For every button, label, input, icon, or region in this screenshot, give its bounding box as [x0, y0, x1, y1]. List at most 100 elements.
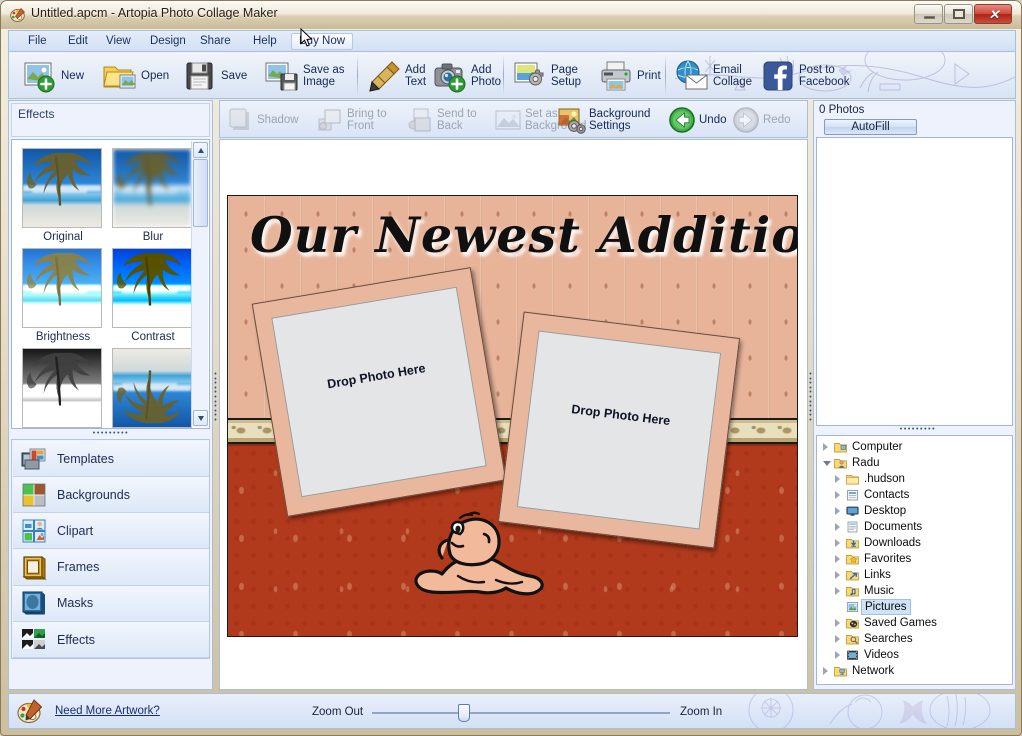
- category-templates[interactable]: Templates: [13, 441, 209, 477]
- tree-node-music[interactable]: Music: [817, 583, 1012, 599]
- collapse-triangle-icon[interactable]: [823, 461, 831, 466]
- save-as-image-button[interactable]: Save as Image: [265, 56, 349, 96]
- effect-contrast-thumbnail: [112, 248, 192, 328]
- frames-icon: [21, 554, 47, 581]
- tree-node-label: Computer: [852, 441, 903, 453]
- collage-canvas-area[interactable]: Our Newest Addition! Drop Photo Here Dro…: [219, 139, 808, 690]
- menu-design[interactable]: Design: [143, 33, 193, 50]
- effect-original[interactable]: Original: [22, 148, 104, 244]
- close-button[interactable]: ✕: [974, 4, 1012, 24]
- backgrounds-icon: [21, 482, 47, 508]
- zoom-slider-handle[interactable]: [457, 704, 470, 722]
- effect-flip[interactable]: [112, 348, 194, 428]
- category-frames[interactable]: Frames: [13, 549, 209, 586]
- expand-triangle-icon[interactable]: [835, 491, 840, 499]
- tree-node-desktop[interactable]: Desktop: [817, 503, 1012, 519]
- category-clipart[interactable]: Clipart: [13, 513, 209, 550]
- scrollbar-thumb[interactable]: [193, 159, 208, 227]
- effects-scrollbar[interactable]: [191, 141, 208, 427]
- expand-triangle-icon[interactable]: [835, 571, 840, 579]
- effects-panel-title: Effects: [18, 107, 55, 121]
- effect-emboss[interactable]: [22, 348, 104, 428]
- expand-triangle-icon[interactable]: [823, 443, 828, 451]
- tree-node-favorites[interactable]: Favorites: [817, 551, 1012, 567]
- scroll-down-arrow[interactable]: [193, 410, 208, 426]
- photo-count-label: 0 Photos: [819, 104, 865, 116]
- category-effects[interactable]: Effects: [13, 622, 209, 658]
- tree-node-videos[interactable]: Videos: [817, 647, 1012, 663]
- expand-triangle-icon[interactable]: [835, 651, 840, 659]
- open-button[interactable]: Open: [103, 56, 171, 96]
- expand-triangle-icon[interactable]: [835, 619, 840, 627]
- effect-brightness[interactable]: Brightness: [22, 248, 104, 344]
- tree-node-hudson[interactable]: .hudson: [817, 471, 1012, 487]
- save-as-image-button-label: Save as Image: [303, 63, 345, 89]
- photo-frame-1[interactable]: Drop Photo Here: [251, 267, 507, 517]
- menu-help[interactable]: Help: [246, 33, 284, 50]
- tree-node-radu[interactable]: Radu: [817, 455, 1012, 471]
- collage-page[interactable]: Our Newest Addition! Drop Photo Here Dro…: [227, 195, 798, 637]
- photo-tray-resize-grip[interactable]: •••••••••: [876, 426, 960, 433]
- tree-node-pictures[interactable]: Pictures: [817, 599, 1012, 615]
- add-text-button[interactable]: Add Text: [367, 56, 429, 96]
- scroll-up-arrow[interactable]: [193, 142, 208, 158]
- menu-view[interactable]: View: [99, 33, 138, 50]
- expand-triangle-icon[interactable]: [835, 523, 840, 531]
- zoom-out-label[interactable]: Zoom Out: [312, 706, 363, 718]
- tree-node-computer[interactable]: Computer: [817, 439, 1012, 455]
- set-as-background-icon: [494, 106, 522, 134]
- expand-triangle-icon[interactable]: [835, 587, 840, 595]
- photo-tray-list[interactable]: [816, 137, 1013, 426]
- tree-node-saved-games[interactable]: Saved Games: [817, 615, 1012, 631]
- new-button[interactable]: New: [23, 56, 89, 96]
- collage-title-text[interactable]: Our Newest Addition!: [250, 206, 797, 268]
- baby-clipart[interactable]: [396, 488, 551, 600]
- category-backgrounds[interactable]: Backgrounds: [13, 477, 209, 514]
- photo-slot-1[interactable]: Drop Photo Here: [271, 286, 487, 498]
- zoom-slider-track[interactable]: [372, 712, 670, 714]
- post-to-facebook-button[interactable]: Post to Facebook: [761, 56, 853, 96]
- zoom-in-label[interactable]: Zoom In: [680, 706, 722, 718]
- bring-to-front-button-label: Bring to Front: [347, 108, 387, 132]
- tree-node-documents[interactable]: Documents: [817, 519, 1012, 535]
- undo-button[interactable]: Undo: [668, 104, 740, 136]
- send-to-back-button: Send to Back: [406, 104, 490, 136]
- page-setup-button[interactable]: Page Setup: [513, 56, 591, 96]
- expand-triangle-icon[interactable]: [823, 667, 828, 675]
- background-settings-button[interactable]: Background Settings: [558, 104, 680, 136]
- tree-node-network[interactable]: Network: [817, 663, 1012, 679]
- expand-triangle-icon[interactable]: [835, 539, 840, 547]
- need-more-artwork-link[interactable]: Need More Artwork?: [55, 705, 160, 717]
- tree-node-downloads[interactable]: Downloads: [817, 535, 1012, 551]
- print-button[interactable]: Print: [599, 56, 665, 96]
- folder-tree[interactable]: Computer Radu .hudson Contacts Desktop Docume…: [816, 435, 1013, 685]
- effects-panel-resize-grip[interactable]: •••••••••: [69, 430, 153, 437]
- tree-node-label: Favorites: [864, 553, 912, 565]
- effect-blur[interactable]: Blur: [112, 148, 194, 244]
- category-masks[interactable]: Masks: [13, 585, 209, 622]
- menu-share[interactable]: Share: [193, 33, 238, 50]
- maximize-button[interactable]: [944, 4, 973, 24]
- autofill-button[interactable]: AutoFill: [824, 119, 917, 135]
- menu-file[interactable]: File: [21, 33, 54, 50]
- expand-triangle-icon[interactable]: [835, 635, 840, 643]
- redo-button: Redo: [732, 104, 802, 136]
- menu-bar: File Edit View Design Share Help Buy Now: [8, 30, 1016, 51]
- effect-original-thumbnail: [22, 148, 102, 228]
- add-photo-button[interactable]: Add Photo: [433, 56, 501, 96]
- expand-triangle-icon[interactable]: [835, 475, 840, 483]
- expand-triangle-icon[interactable]: [835, 555, 840, 563]
- save-button[interactable]: Save: [183, 56, 253, 96]
- expand-triangle-icon[interactable]: [835, 507, 840, 515]
- tree-node-links[interactable]: Links: [817, 567, 1012, 583]
- tree-node-searches[interactable]: Searches: [817, 631, 1012, 647]
- minimize-button[interactable]: [914, 4, 943, 24]
- toolbar-separator: [503, 55, 504, 95]
- tree-node-label: Contacts: [864, 489, 910, 501]
- effect-contrast[interactable]: Contrast: [112, 248, 194, 344]
- left-splitter-grip[interactable]: • • • • • • • • • • •: [213, 371, 218, 424]
- shadow-icon: [226, 106, 254, 134]
- tree-node-contacts[interactable]: Contacts: [817, 487, 1012, 503]
- email-collage-button[interactable]: Email Collage: [675, 56, 759, 96]
- menu-edit[interactable]: Edit: [61, 33, 95, 50]
